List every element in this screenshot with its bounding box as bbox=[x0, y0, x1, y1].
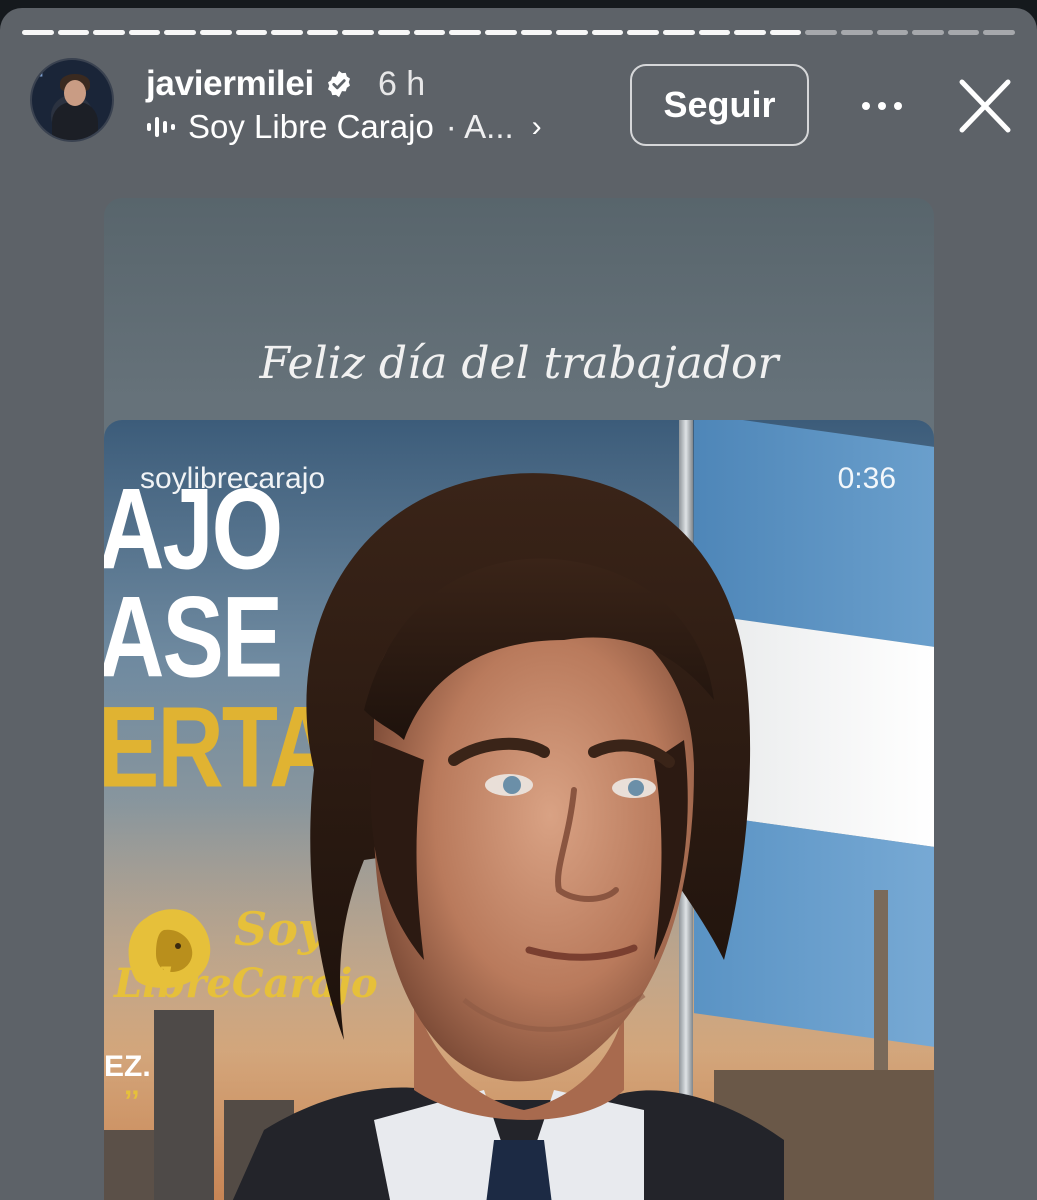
progress-segment bbox=[734, 30, 766, 35]
audio-artist: · A... bbox=[445, 108, 514, 145]
progress-segment bbox=[57, 30, 90, 35]
progress-segment bbox=[983, 30, 1016, 35]
progress-segment bbox=[805, 30, 838, 35]
progress-segment bbox=[520, 30, 553, 35]
progress-segment bbox=[769, 30, 802, 35]
reel-duration: 0:36 bbox=[837, 462, 896, 495]
username[interactable]: javiermilei bbox=[146, 64, 314, 104]
progress-segment bbox=[698, 30, 731, 35]
verified-badge-icon bbox=[327, 70, 350, 98]
quote-marks: ’’ bbox=[124, 1085, 140, 1118]
progress-segment bbox=[484, 30, 517, 35]
progress-segment bbox=[876, 30, 909, 35]
more-options-icon[interactable] bbox=[852, 86, 912, 126]
progress-segment bbox=[22, 30, 54, 35]
avatar[interactable]: ■ bbox=[30, 58, 114, 142]
poster-quote-fragment: EZ. bbox=[104, 1050, 151, 1083]
audio-title: Soy Libre Carajo bbox=[188, 108, 434, 145]
shared-post-card[interactable]: Feliz día del trabajador AJO ASE ERTAD S… bbox=[104, 198, 934, 1200]
progress-segment bbox=[128, 30, 161, 35]
follow-button[interactable]: Seguir bbox=[630, 64, 809, 146]
story-header-user: javiermilei 6 h bbox=[146, 64, 425, 104]
progress-segment bbox=[164, 30, 197, 35]
close-icon[interactable] bbox=[952, 76, 1018, 136]
progress-segment bbox=[306, 30, 339, 35]
progress-segment bbox=[342, 30, 375, 35]
portrait-image bbox=[232, 473, 784, 1200]
progress-segment bbox=[556, 30, 588, 35]
progress-segment bbox=[449, 30, 481, 35]
progress-segment bbox=[235, 30, 268, 35]
forum-logo-icon: ■ bbox=[38, 70, 43, 79]
story-progress-bar bbox=[22, 30, 1016, 35]
chevron-right-icon: › bbox=[531, 110, 542, 143]
progress-segment bbox=[841, 30, 873, 35]
progress-segment bbox=[200, 30, 232, 35]
progress-segment bbox=[947, 30, 980, 35]
reel-preview[interactable]: AJO ASE ERTAD Soy LibreCarajo EZ. ’’ soy… bbox=[104, 420, 934, 1200]
progress-segment bbox=[93, 30, 125, 35]
story-viewer[interactable]: ■ javiermilei 6 h Soy Libre Carajo · A..… bbox=[0, 8, 1037, 1200]
progress-segment bbox=[912, 30, 944, 35]
progress-segment bbox=[378, 30, 410, 35]
audio-waveform-icon bbox=[147, 117, 175, 137]
post-caption: Feliz día del trabajador bbox=[259, 338, 779, 389]
progress-segment bbox=[591, 30, 624, 35]
progress-segment bbox=[627, 30, 659, 35]
reel-username[interactable]: soylibrecarajo bbox=[140, 462, 325, 496]
audio-attribution[interactable]: Soy Libre Carajo · A... › bbox=[146, 108, 542, 146]
post-time: 6 h bbox=[377, 64, 426, 103]
progress-segment bbox=[271, 30, 303, 35]
progress-segment bbox=[662, 30, 695, 35]
progress-segment bbox=[413, 30, 446, 35]
